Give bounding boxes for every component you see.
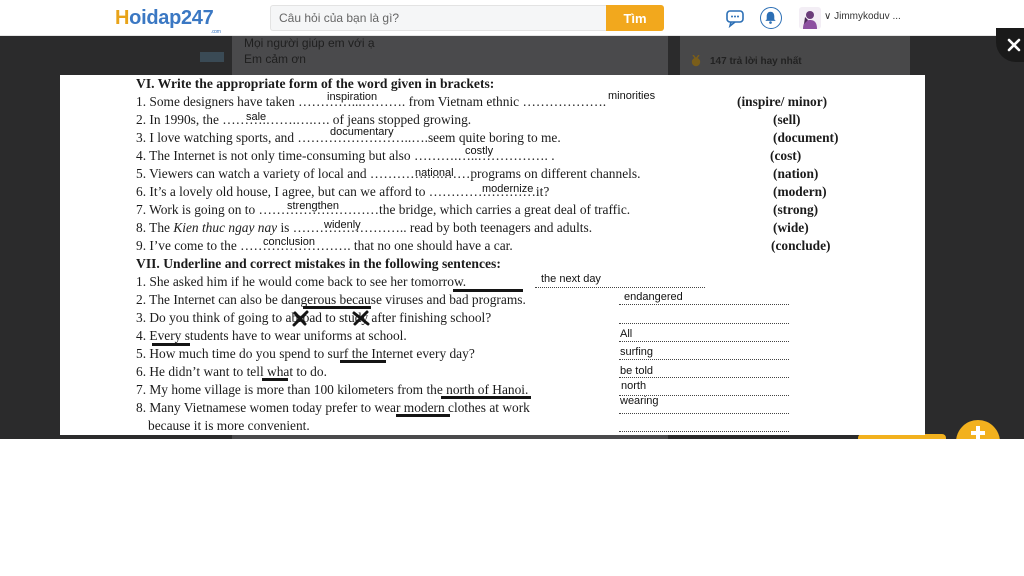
exercise-line: because it is more convenient. bbox=[148, 418, 310, 433]
answer-line bbox=[619, 377, 789, 378]
exercise-line: 5. How much time do you spend to surf th… bbox=[136, 346, 475, 361]
written-answer: documentary bbox=[330, 126, 394, 138]
answer-line bbox=[619, 413, 789, 414]
search-input[interactable] bbox=[270, 5, 606, 31]
close-icon[interactable] bbox=[1007, 38, 1021, 52]
written-answer: national bbox=[415, 167, 454, 179]
written-answer: sale bbox=[246, 111, 267, 123]
underline-mark bbox=[262, 378, 288, 381]
underline-mark bbox=[396, 414, 450, 417]
best-answers-count: 147 trả lời hay nhất bbox=[710, 56, 802, 67]
written-answer: widenly bbox=[324, 219, 361, 231]
cross-mark-icon bbox=[352, 310, 370, 326]
add-question-button[interactable] bbox=[956, 420, 1000, 439]
exercise-line: 7. Work is going on to ………………………the brid… bbox=[136, 202, 631, 217]
word-hint: (strong) bbox=[773, 202, 819, 217]
written-answer: conclusion bbox=[263, 236, 315, 248]
exercise-line: 9. I’ve come to the ……………………. that no on… bbox=[136, 238, 513, 253]
word-hint: (sell) bbox=[773, 112, 801, 127]
username-menu[interactable]: ∨ Jimmykoduv ... bbox=[824, 11, 901, 22]
chat-icon[interactable] bbox=[725, 8, 745, 28]
answer-line bbox=[619, 304, 789, 305]
word-hint: (modern) bbox=[773, 184, 827, 199]
exercise-line: 8. Many Vietnamese women today prefer to… bbox=[136, 400, 530, 415]
underline-mark bbox=[340, 360, 386, 363]
word-hint: (nation) bbox=[773, 166, 819, 181]
answer-line bbox=[619, 323, 789, 324]
bell-icon[interactable] bbox=[760, 7, 782, 29]
top-header: Hoidap247 .com Tìm ∨ Jimmykoduv ... bbox=[0, 0, 1024, 36]
exercise-line: 8. The Kien thuc ngay nay is …………………….. … bbox=[136, 220, 593, 235]
written-answer: modernize bbox=[482, 183, 534, 195]
word-hint: (wide) bbox=[773, 220, 809, 235]
background-question-text: Em cảm ơn bbox=[244, 52, 306, 66]
word-hint: (cost) bbox=[770, 148, 802, 163]
word-hint: (document) bbox=[773, 130, 839, 145]
written-answer: All bbox=[620, 328, 633, 340]
section-vii-title: VII. Underline and correct mistakes in t… bbox=[136, 256, 501, 271]
background-question-text: Mọi người giúp em với ạ bbox=[244, 36, 375, 50]
written-answer: minorities bbox=[608, 90, 656, 102]
written-answer: be told bbox=[620, 365, 654, 377]
answer-line bbox=[619, 359, 789, 360]
medal-icon bbox=[691, 55, 701, 67]
written-answer: endangered bbox=[624, 291, 683, 303]
exercise-line: 3. Do you think of going to abroad to st… bbox=[136, 310, 492, 325]
exercise-line: 4. Every students have to wear uniforms … bbox=[136, 328, 407, 343]
answer-line bbox=[535, 287, 705, 288]
exercise-line: 2. In 1990s, the ……….…….….…. of jeans st… bbox=[136, 112, 472, 127]
underline-mark bbox=[441, 396, 531, 399]
section-vi-title: VI. Write the appropriate form of the wo… bbox=[136, 76, 495, 91]
written-answer: costly bbox=[465, 145, 494, 157]
site-logo[interactable]: Hoidap247 .com bbox=[115, 7, 221, 35]
word-hint: (conclude) bbox=[771, 238, 831, 253]
avatar[interactable] bbox=[799, 7, 821, 29]
written-answer: north bbox=[621, 380, 647, 392]
written-answer: inspiration bbox=[327, 91, 378, 103]
answer-line bbox=[619, 431, 789, 432]
answer-line bbox=[619, 341, 789, 342]
search-button[interactable]: Tìm bbox=[606, 5, 664, 31]
written-answer: the next day bbox=[541, 273, 601, 285]
underline-mark bbox=[152, 343, 190, 346]
written-answer: strengthen bbox=[287, 200, 339, 212]
written-answer: wearing bbox=[620, 395, 659, 407]
word-hint: (inspire/ minor) bbox=[737, 94, 828, 109]
exercise-line: 1. She asked him if he would come back t… bbox=[136, 274, 467, 289]
underline-mark bbox=[453, 289, 523, 292]
background-decoration bbox=[200, 52, 224, 62]
written-answer: surfing bbox=[620, 346, 654, 358]
exercise-line: 5. Viewers can watch a variety of local … bbox=[136, 166, 641, 181]
exercise-line: 6. He didn’t want to tell what to do. bbox=[136, 364, 327, 379]
cross-mark-icon bbox=[292, 310, 309, 327]
worksheet-image: VI. Write the appropriate form of the wo… bbox=[60, 75, 925, 435]
logo-suffix: .com bbox=[211, 29, 221, 35]
